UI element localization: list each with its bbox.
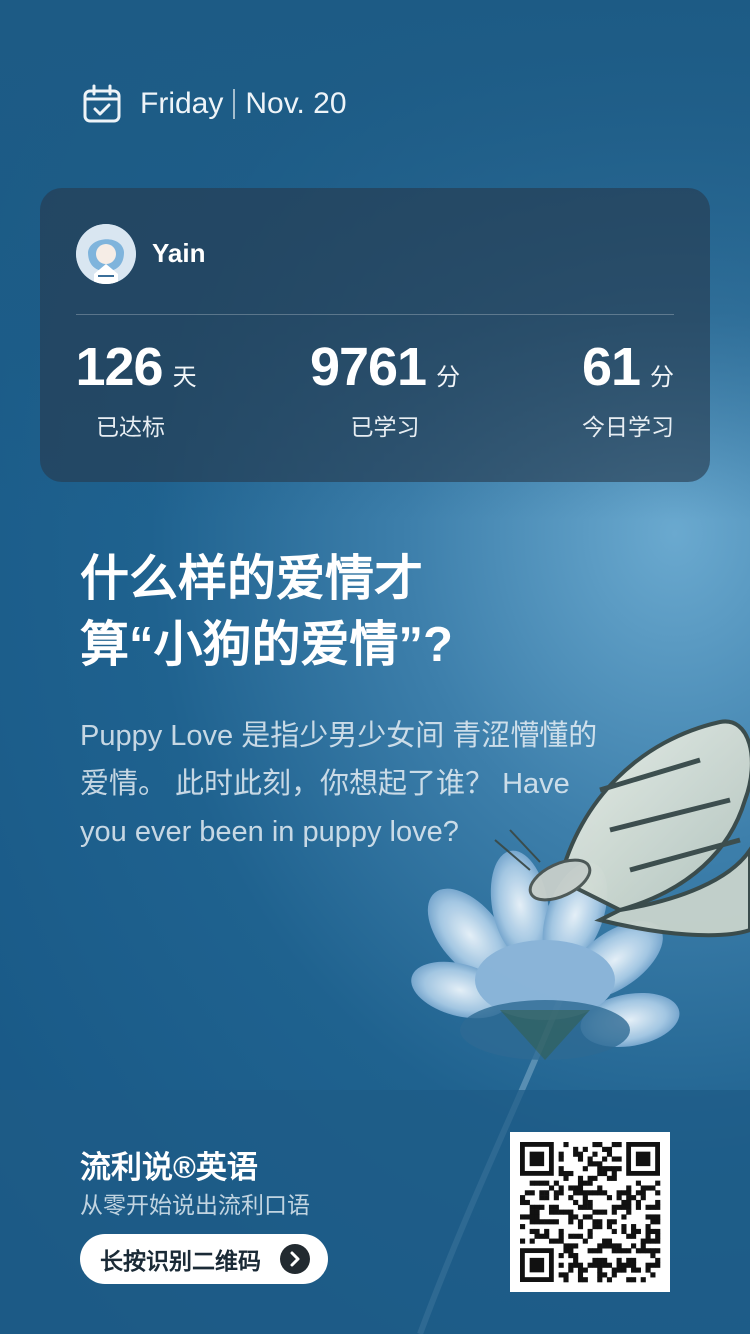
qr-code[interactable] [510, 1132, 670, 1292]
stat-unit: 分 [436, 364, 461, 391]
scan-qr-label: 长按识别二维码 [100, 1248, 261, 1274]
footer-banner: 流利说®英语 从零开始说出流利口语 长按识别二维码 [0, 1090, 750, 1334]
username: Yain [152, 238, 206, 268]
stat-value: 126 [75, 337, 163, 397]
avatar-image [76, 224, 136, 284]
qr-code-image [520, 1142, 661, 1283]
stat-unit: 天 [172, 364, 197, 391]
chevron-right-icon [280, 1244, 310, 1274]
stat-label: 今日学习 [582, 414, 674, 440]
stat-unit: 分 [650, 364, 675, 391]
stat-label: 已达标 [96, 414, 165, 440]
stats-card: Yain 126 天 已达标 9761 分 已学习 61 分 今日学习 [40, 188, 710, 482]
article-title-line-1: 什么样的爱情才 [80, 552, 424, 606]
scan-qr-button[interactable]: 长按识别二维码 [80, 1234, 328, 1284]
card-divider [76, 314, 674, 315]
stat-today-minutes: 61 分 今日学习 [572, 336, 684, 442]
brand-slogan: 从零开始说出流利口语 [80, 1192, 310, 1218]
article-title-line-2: 算“小狗的爱情”? [80, 618, 453, 672]
brand-name: 流利说®英语 [80, 1150, 258, 1185]
article-title: 什么样的爱情才 算“小狗的爱情”? [80, 546, 640, 678]
stat-value: 9761 [309, 337, 427, 397]
stat-value: 61 [581, 337, 641, 397]
weekday-text: Friday [140, 87, 224, 120]
calendar-check-icon [83, 84, 121, 123]
date-header: Friday Nov. 20 [82, 84, 347, 124]
date-text: Nov. 20 [245, 87, 347, 120]
date-divider [233, 89, 236, 119]
stat-days-achieved: 126 天 已达标 [75, 336, 197, 442]
avatar[interactable] [76, 224, 136, 284]
stat-label: 已学习 [350, 414, 420, 440]
stat-total-minutes: 9761 分 已学习 [310, 336, 460, 442]
article-body: Puppy Love 是指少男少女间 青涩懵懂的爱情。 此时此刻，你想起了谁？ … [80, 720, 598, 848]
